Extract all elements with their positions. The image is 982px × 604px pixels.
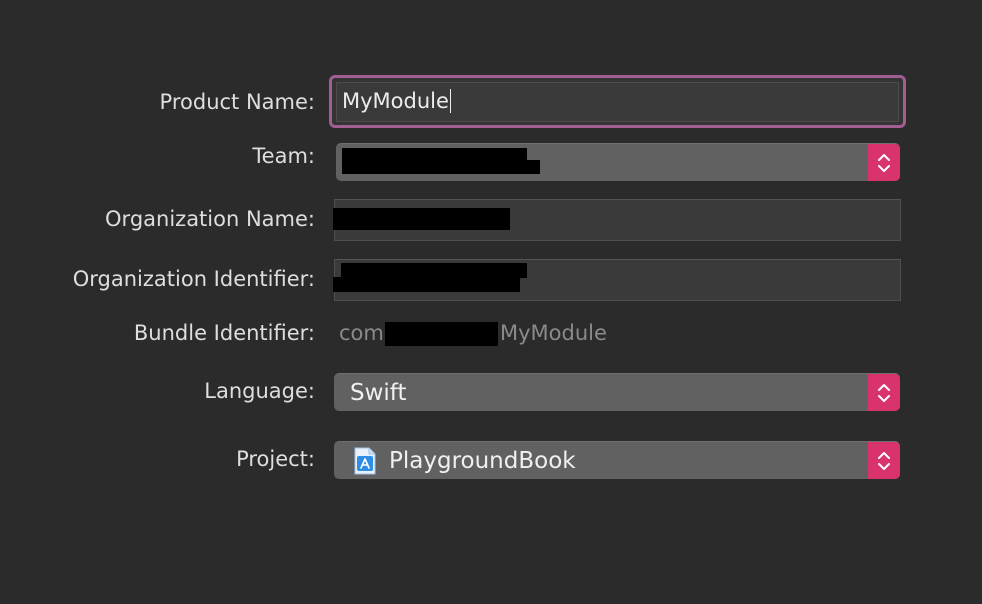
chevron-up-down-icon <box>878 153 890 172</box>
product-name-value[interactable]: MyModule <box>342 89 449 113</box>
bundle-identifier-prefix: com <box>339 321 384 345</box>
organization-name-label: Organization Name: <box>105 207 315 231</box>
text-caret <box>449 89 452 113</box>
chevron-up-down-icon <box>878 451 890 470</box>
language-popup-value: Swift <box>350 380 407 406</box>
bundle-identifier-redaction <box>385 322 498 346</box>
chevron-up-down-icon <box>878 383 890 402</box>
swift-playground-file-icon <box>354 447 376 475</box>
team-redaction <box>342 148 527 160</box>
language-label: Language: <box>204 379 315 403</box>
team-popup-stepper[interactable] <box>868 144 900 181</box>
product-name-label: Product Name: <box>159 90 315 114</box>
bundle-identifier-label: Bundle Identifier: <box>133 321 315 345</box>
team-label: Team: <box>252 144 315 168</box>
language-popup-stepper[interactable] <box>868 374 900 411</box>
project-popup-stepper[interactable] <box>868 442 900 479</box>
organization-name-redaction <box>333 208 510 230</box>
product-name-value-wrap[interactable]: MyModule <box>342 89 452 113</box>
team-redaction-2 <box>342 160 540 174</box>
project-popup-value: PlaygroundBook <box>389 448 576 474</box>
language-popup[interactable]: Swift <box>334 373 900 411</box>
organization-identifier-redaction <box>341 263 527 278</box>
project-label: Project: <box>236 447 315 471</box>
project-popup[interactable]: PlaygroundBook <box>334 441 900 479</box>
organization-identifier-redaction-2 <box>333 277 520 292</box>
organization-identifier-label: Organization Identifier: <box>72 267 315 291</box>
bundle-identifier-suffix: MyModule <box>500 321 607 345</box>
